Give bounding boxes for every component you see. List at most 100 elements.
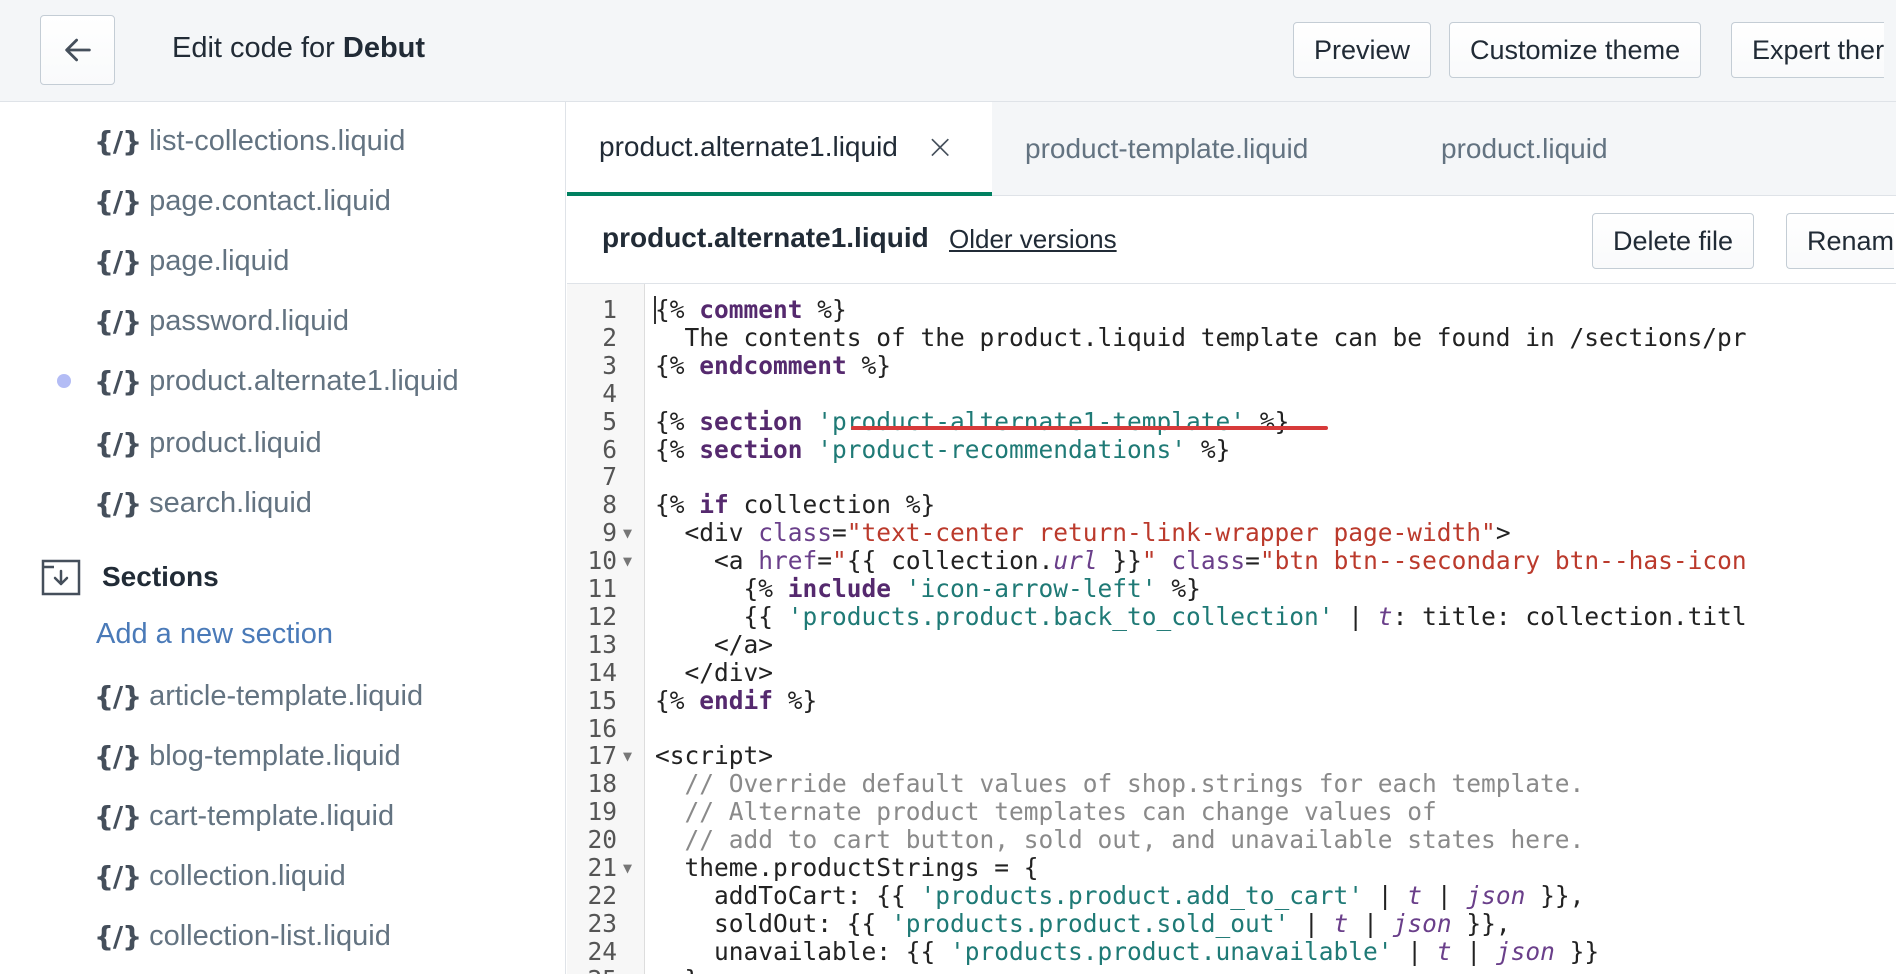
code-text: addToCart: {{ 'products.product.add_to_c… [655, 880, 1585, 910]
code-token: url [1053, 546, 1098, 576]
code-text: {% endif %} [655, 685, 818, 715]
code-line: 14 </div> [567, 657, 1896, 687]
sidebar-file-item[interactable]: {/} search.liquid [94, 483, 312, 523]
unsaved-change-dot [57, 374, 71, 388]
sections-heading[interactable]: Sections [40, 555, 219, 599]
tab-product-template[interactable]: product-template.liquid [1025, 102, 1308, 196]
code-token: t [1377, 601, 1393, 631]
fold-toggle-icon[interactable]: ▼ [623, 742, 637, 770]
red-underline-annotation [851, 426, 1328, 430]
sidebar-section-item[interactable]: {/} collection-list.liquid [94, 916, 391, 956]
sidebar-section-item[interactable]: {/} collection.liquid [94, 856, 346, 896]
code-token: t [1436, 936, 1452, 966]
code-token: collection %} [728, 490, 936, 520]
code-line: 20 // add to cart button, sold out, and … [567, 826, 1896, 854]
line-number: 6 [602, 434, 617, 464]
customize-theme-button[interactable]: Customize theme [1449, 22, 1702, 78]
code-file-icon: {/} [94, 486, 142, 520]
sidebar-file-item[interactable]: {/} page.contact.liquid [94, 181, 391, 221]
code-token: <a [655, 546, 759, 576]
code-line: 18 // Override default values of shop.st… [567, 770, 1896, 798]
code-line: 22 addToCart: {{ 'products.product.add_t… [567, 880, 1896, 910]
code-token: unavailable: {{ [655, 936, 951, 966]
code-token: = [817, 546, 833, 576]
code-text: // Override default values of shop.strin… [655, 770, 1585, 798]
code-token: class [1171, 546, 1246, 576]
sidebar-section-item[interactable]: {/} blog-template.liquid [94, 736, 401, 776]
tab-product[interactable]: product.liquid [1441, 102, 1608, 196]
file-label: list-collections.liquid [149, 124, 406, 157]
rename-file-button[interactable]: Renam [1786, 213, 1895, 269]
sidebar-file-item[interactable]: {/} list-collections.liquid [94, 121, 405, 161]
text-cursor [654, 296, 656, 324]
code-token: include [787, 574, 892, 603]
code-line: 23 soldOut: {{ 'products.product.sold_ou… [567, 908, 1896, 938]
fold-toggle-icon[interactable]: ▼ [623, 854, 637, 882]
file-label: cart-template.liquid [149, 799, 395, 832]
line-number: 16 [587, 713, 617, 743]
code-token: 'products.product.sold_out' [891, 908, 1290, 938]
line-number: 3 [602, 350, 617, 380]
code-line: 17 ▼ <script> [567, 742, 1896, 770]
fold-toggle-icon[interactable]: ▼ [623, 547, 637, 575]
code-token: // add to cart button, sold out, and una… [655, 825, 1585, 855]
code-token: : title: collection.titl [1392, 601, 1747, 631]
sidebar-file-item[interactable]: {/} password.liquid [94, 301, 349, 341]
back-button[interactable] [40, 15, 115, 85]
line-number: 9 [602, 518, 617, 548]
code-token: | [1392, 936, 1437, 966]
code-token: addToCart: {{ [655, 880, 921, 910]
file-sidebar [0, 102, 566, 974]
code-token: endif [699, 685, 774, 715]
code-token: {% [655, 685, 700, 715]
code-token: </div> [655, 657, 774, 687]
current-file-name: product.alternate1.liquid [602, 222, 929, 253]
code-token: endcomment [699, 350, 847, 380]
code-text: {% section 'product-recommendations' %} [655, 434, 1230, 464]
file-label: page.contact.liquid [149, 184, 391, 217]
code-line: 8 {% if collection %} [567, 491, 1896, 519]
sidebar-file-item[interactable]: {/} page.liquid [94, 241, 289, 281]
code-line: 25 } [567, 965, 1896, 974]
code-token: 'products.product.back_to_collection' [787, 601, 1334, 631]
code-token: %} [773, 685, 818, 715]
code-token: }}, [1525, 880, 1585, 910]
code-file-icon: {/} [94, 304, 142, 338]
code-text: <div class="text-center return-link-wrap… [655, 519, 1511, 547]
add-new-section-link[interactable]: Add a new section [96, 618, 333, 651]
line-number: 7 [602, 462, 617, 492]
code-line: 10 ▼ <a href="{{ collection.url }}" class… [567, 547, 1896, 575]
code-token: } [655, 965, 700, 974]
code-token: section [699, 406, 803, 436]
line-number: 2 [602, 322, 617, 352]
line-number: 13 [587, 629, 617, 659]
tab-product-alternate1[interactable]: product.alternate1.liquid × [567, 102, 992, 196]
code-line: 4 [567, 379, 1896, 408]
line-number: 12 [587, 601, 617, 631]
sidebar-file-item[interactable]: {/} product.alternate1.liquid [94, 361, 459, 401]
code-token: " [832, 546, 847, 576]
code-token: {% [655, 434, 700, 464]
code-text: {% endcomment %} [655, 350, 891, 380]
file-label: blog-template.liquid [149, 739, 401, 772]
delete-file-button[interactable]: Delete file [1592, 213, 1755, 269]
expert-theme-button[interactable]: Expert ther [1731, 22, 1885, 78]
code-text: {% comment %} [655, 296, 847, 324]
close-icon[interactable]: × [926, 127, 955, 167]
preview-button[interactable]: Preview [1293, 22, 1432, 78]
code-text: {% include 'icon-arrow-left' %} [655, 575, 1201, 603]
code-token: | [1348, 908, 1393, 938]
code-editor[interactable]: 1 {% comment %} 2 The contents of the prod… [567, 284, 1896, 974]
code-token: </a> [655, 629, 774, 659]
fold-toggle-icon[interactable]: ▼ [623, 519, 637, 547]
top-bar: Edit code for Debut Preview Customize th… [0, 0, 1896, 102]
code-token: section [699, 434, 803, 464]
code-token: | [1289, 908, 1334, 938]
sidebar-section-item[interactable]: {/} article-template.liquid [94, 676, 423, 716]
sidebar-file-item[interactable]: {/} product.liquid [94, 423, 322, 463]
code-token: json [1466, 880, 1526, 910]
sidebar-section-item[interactable]: {/} cart-template.liquid [94, 796, 394, 836]
older-versions-link[interactable]: Older versions [949, 224, 1117, 255]
sections-label: Sections [102, 561, 219, 592]
